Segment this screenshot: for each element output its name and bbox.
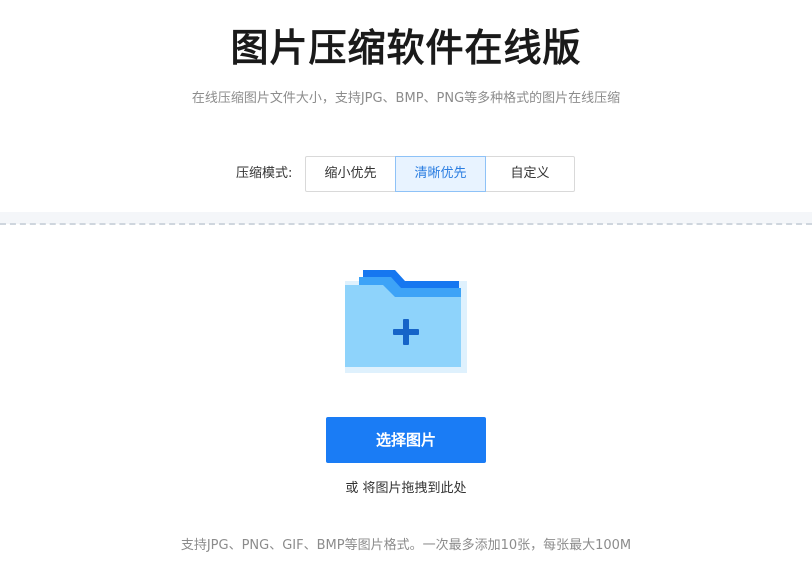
mode-option-custom[interactable]: 自定义	[485, 156, 575, 192]
page-subtitle: 在线压缩图片文件大小，支持JPG、BMP、PNG等多种格式的图片在线压缩	[191, 91, 621, 106]
drag-drop-hint: 或 将图片拖拽到此处	[345, 481, 467, 496]
page-title: 图片压缩软件在线版	[230, 26, 582, 70]
compression-mode-group: 缩小优先 清晰优先 自定义	[305, 156, 575, 192]
page: 图片压缩软件在线版 在线压缩图片文件大小，支持JPG、BMP、PNG等多种格式的…	[0, 0, 812, 572]
compression-mode-label: 压缩模式:	[236, 166, 293, 181]
compression-mode-row: 压缩模式: 缩小优先 清晰优先 自定义	[0, 156, 812, 192]
mode-option-size-first[interactable]: 缩小优先	[305, 156, 396, 192]
dashed-divider	[0, 223, 812, 225]
mode-option-clarity-first[interactable]: 清晰优先	[395, 156, 486, 192]
supported-formats-note: 支持JPG、PNG、GIF、BMP等图片格式。一次最多添加10张，每张最大100…	[180, 538, 632, 553]
select-image-button[interactable]: 选择图片	[326, 417, 486, 463]
folder-add-icon[interactable]	[345, 267, 467, 375]
